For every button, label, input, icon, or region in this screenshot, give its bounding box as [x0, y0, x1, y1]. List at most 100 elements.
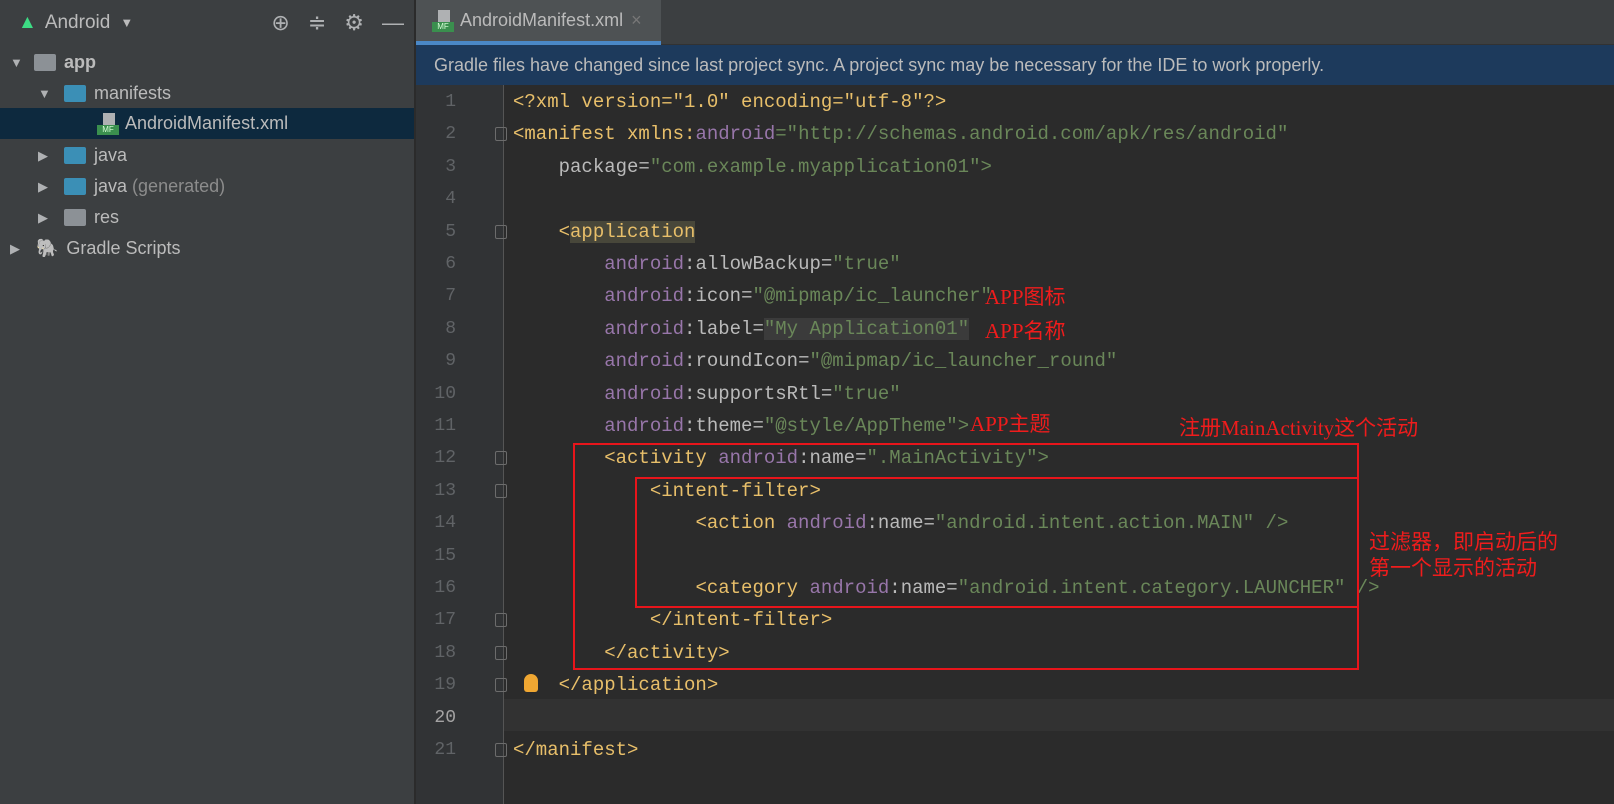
resources-folder-icon: [64, 209, 86, 226]
line-number: 11: [434, 416, 456, 436]
tree-item-res[interactable]: ▶ res: [0, 202, 414, 233]
attr-value: "@style/AppTheme">: [763, 415, 970, 437]
attr-value: "true": [832, 253, 901, 275]
tree-item-gradle-scripts[interactable]: ▶ 🐘 Gradle Scripts: [0, 233, 414, 264]
code-line-9: android:roundIcon="@mipmap/ic_launcher_r…: [504, 345, 1614, 377]
minimize-icon[interactable]: —: [382, 10, 404, 36]
tab-label: AndroidManifest.xml: [460, 10, 624, 30]
namespace: android: [604, 382, 685, 405]
tree-item-java-generated[interactable]: ▶ java (generated): [0, 171, 414, 202]
lightbulb-icon[interactable]: [524, 674, 538, 692]
attr-value: "My Application01": [763, 317, 970, 340]
expand-arrow-icon[interactable]: ▶: [38, 179, 52, 195]
tree-item-manifests[interactable]: ▼ manifests: [0, 78, 414, 109]
line-number: 7: [445, 286, 456, 307]
line-number: 20: [434, 707, 456, 728]
expand-arrow-icon[interactable]: ▶: [38, 210, 52, 226]
line-number: 17: [434, 610, 456, 631]
expand-arrow-icon[interactable]: ▶: [38, 148, 52, 164]
tag: <: [558, 220, 571, 243]
line-number: 13: [434, 480, 456, 501]
code-line-19: </application>: [504, 669, 1614, 701]
xml-declaration: <?xml version="1.0" encoding="utf-8"?>: [513, 91, 947, 113]
expand-arrow-icon[interactable]: ▼: [10, 55, 24, 70]
expand-arrow-icon[interactable]: ▼: [38, 86, 52, 101]
tree-label: manifests: [94, 83, 172, 103]
line-number: 19: [434, 675, 456, 696]
line-number: 14: [434, 513, 456, 534]
line-number: 18: [434, 642, 456, 663]
code-line-11: android:theme="@style/AppTheme">: [504, 410, 1614, 442]
module-folder-icon: [34, 54, 56, 71]
android-icon: ▲: [18, 11, 37, 33]
tag: </manifest>: [513, 739, 639, 761]
line-number: 3: [445, 156, 456, 177]
tree-item-app[interactable]: ▼ app: [0, 47, 414, 78]
line-number: 8: [445, 318, 456, 339]
tree-label: app: [64, 52, 97, 72]
project-view-selector[interactable]: Android: [45, 12, 111, 34]
gear-icon[interactable]: ⚙: [344, 10, 364, 36]
attr-value: "@mipmap/ic_launcher": [752, 285, 992, 308]
code-line-2: <manifest xmlns:android="http://schemas.…: [504, 118, 1614, 150]
tree-label: java: [94, 176, 128, 196]
code-line-6: android:allowBackup="true": [504, 248, 1614, 280]
annotation-activity: 注册MainActivity这个活动: [1179, 416, 1419, 440]
annotation-filter-line1: 过滤器，即启动后的: [1369, 530, 1558, 554]
line-number: 6: [445, 254, 456, 274]
chevron-down-icon[interactable]: ▼: [120, 15, 133, 30]
namespace: android: [604, 285, 685, 308]
code-line-21: </manifest>: [504, 734, 1614, 766]
code-line-5: <application: [504, 216, 1614, 248]
tree-item-java[interactable]: ▶ java: [0, 140, 414, 171]
line-number: 2: [445, 124, 456, 145]
folder-icon: [64, 147, 86, 164]
intent-filter-annotation-box: [635, 477, 1359, 608]
line-number: 9: [445, 351, 456, 372]
collapse-all-icon[interactable]: ≑: [308, 10, 326, 36]
tree-label: java: [94, 145, 128, 165]
expand-arrow-icon[interactable]: ▶: [10, 241, 24, 257]
attr-key: :theme=: [684, 415, 764, 437]
attr-value: "com.example.myapplication01">: [649, 155, 992, 178]
code-line-1: <?xml version="1.0" encoding="utf-8"?>: [504, 86, 1614, 118]
manifest-file-icon: MF: [432, 9, 454, 32]
manifest-file-icon: MF: [97, 112, 119, 135]
attr-key: :supportsRtl=: [684, 382, 833, 405]
code-line-10: android:supportsRtl="true": [504, 378, 1614, 410]
project-view-header: ▲ Android ▼ ⊕ ≑ ⚙ —: [0, 0, 414, 45]
tree-item-androidmanifest[interactable]: MF AndroidManifest.xml: [0, 108, 414, 139]
tag: </application>: [558, 674, 719, 697]
gradle-sync-banner: Gradle files have changed since last pro…: [416, 45, 1614, 85]
folder-icon: [64, 85, 86, 102]
project-sidebar: ▲ Android ▼ ⊕ ≑ ⚙ — ▼ app ▼ manifests MF…: [0, 0, 415, 804]
attr: package=: [513, 155, 650, 178]
annotation-theme: APP主题: [970, 412, 1051, 436]
attr-value: "true": [832, 382, 901, 405]
tree-label: res: [94, 207, 120, 227]
editor-tab-bar: MF AndroidManifest.xml ×: [416, 0, 1614, 45]
line-number: 10: [434, 383, 456, 404]
line-number: 5: [445, 221, 456, 242]
locate-icon[interactable]: ⊕: [271, 10, 289, 36]
code-line-3: package="com.example.myapplication01">: [504, 151, 1614, 183]
line-number: 12: [434, 448, 456, 469]
line-number: 16: [434, 578, 456, 598]
attr-key: :allowBackup=: [684, 253, 833, 275]
attr-value: ="http://schemas.android.com/apk/res/and…: [775, 123, 1289, 146]
tab-androidmanifest[interactable]: MF AndroidManifest.xml ×: [416, 0, 661, 45]
line-number: 1: [445, 92, 456, 112]
line-number: 4: [445, 189, 456, 210]
line-number: 15: [434, 545, 456, 566]
code-line-20: [504, 699, 1614, 732]
attr-key: :roundIcon=: [684, 350, 810, 373]
close-icon[interactable]: ×: [631, 10, 642, 31]
tree-label-suffix: (generated): [132, 176, 226, 196]
annotation-label: APP名称: [985, 319, 1066, 343]
tag-name: application: [570, 220, 696, 243]
gradle-elephant-icon: 🐘: [36, 238, 59, 258]
namespace: android: [604, 317, 685, 340]
tree-label: AndroidManifest.xml: [125, 113, 289, 133]
attr-key: :label=: [684, 317, 764, 340]
tree-label: Gradle Scripts: [66, 238, 181, 258]
